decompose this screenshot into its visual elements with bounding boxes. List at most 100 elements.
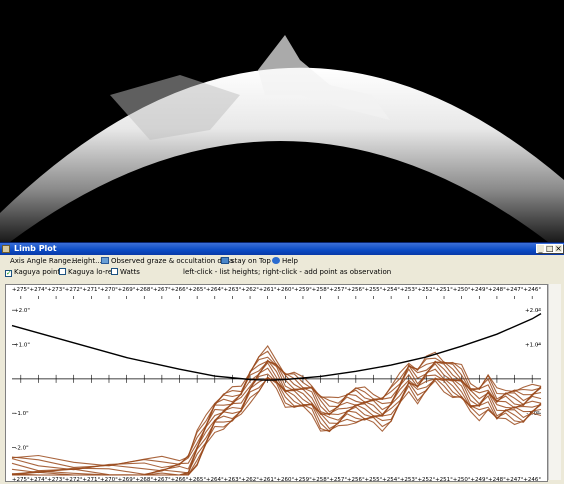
- x-tick-label-bottom: +269°: [118, 477, 136, 481]
- x-tick-label-bottom: +261°: [259, 477, 277, 481]
- x-tick-label-bottom: +260°: [276, 477, 294, 481]
- x-tick-label: +252°: [417, 287, 435, 293]
- x-tick-label: +266°: [171, 287, 189, 293]
- kaguya-points-checkbox[interactable]: ✓ Kaguya points: [5, 267, 64, 278]
- x-tick-label-bottom: +259°: [294, 477, 312, 481]
- menu-stay-on-top[interactable]: stay on Top: [221, 255, 271, 267]
- menu-observed-label: Observed graze & occultation data: [111, 257, 234, 265]
- watts-checkbox[interactable]: Watts: [111, 267, 140, 278]
- lunar-limb-image: [0, 0, 564, 242]
- checkbox-unchecked-icon: [111, 268, 118, 275]
- y-tick-label-right: +2.0": [525, 308, 541, 314]
- minimize-button[interactable]: _: [536, 244, 545, 253]
- close-button[interactable]: ×: [554, 244, 563, 253]
- x-tick-label-bottom: +249°: [470, 477, 488, 481]
- x-tick-label-bottom: +248°: [488, 477, 506, 481]
- x-tick-label-bottom: +265°: [188, 477, 206, 481]
- title-bar[interactable]: Limb Plot _ □ ×: [0, 243, 564, 255]
- y-tick-label-left: -2.0": [15, 446, 28, 452]
- x-tick-label-bottom: +256°: [347, 477, 365, 481]
- x-tick-label: +256°: [347, 287, 365, 293]
- x-tick-label: +272°: [65, 287, 83, 293]
- x-tick-label-bottom: +273°: [47, 477, 65, 481]
- y-tick-label-left: +2.0": [14, 308, 30, 314]
- x-tick-label-bottom: +257°: [329, 477, 347, 481]
- x-tick-label-bottom: +270°: [100, 477, 118, 481]
- x-tick-label: +264°: [206, 287, 224, 293]
- menu-axis-angle-range[interactable]: Axis Angle Range...: [10, 255, 78, 267]
- x-tick-label-bottom: +247°: [506, 477, 524, 481]
- limb-plot-window: Limb Plot _ □ × Axis Angle Range... Heig…: [0, 242, 564, 484]
- maximize-button[interactable]: □: [545, 244, 554, 253]
- kaguya-points-label: Kaguya points: [14, 268, 64, 276]
- x-tick-label: +255°: [365, 287, 383, 293]
- limb-plot-area[interactable]: +275° +274° +273° +272° +271° +270° +269° +268°…: [5, 284, 548, 482]
- x-tick-label: +265°: [188, 287, 206, 293]
- x-tick-label-bottom: +250°: [453, 477, 471, 481]
- x-tick-label: +260°: [276, 287, 294, 293]
- x-tick-label-bottom: +253°: [400, 477, 418, 481]
- x-tick-label-bottom: +267°: [153, 477, 171, 481]
- menu-observed-data[interactable]: Observed graze & occultation data: [101, 255, 233, 267]
- kaguya-lores-checkbox[interactable]: Kaguya lo-res: [59, 267, 116, 278]
- x-tick-label-bottom: +262°: [241, 477, 259, 481]
- x-tick-label: +257°: [329, 287, 347, 293]
- x-tick-label-bottom: +266°: [171, 477, 189, 481]
- x-tick-label: +261°: [259, 287, 277, 293]
- limb-profile-trace: [11, 350, 542, 468]
- limb-profile-trace: [11, 356, 542, 471]
- x-tick-label: +270°: [100, 287, 118, 293]
- x-tick-label: +275°: [12, 287, 30, 293]
- y-tick-label-left: -1.0": [15, 411, 28, 417]
- limb-chart[interactable]: +275° +274° +273° +272° +271° +270° +269° +268°…: [6, 285, 547, 481]
- y-tick-label-left: +1.0": [14, 343, 30, 349]
- x-tick-label-bottom: +268°: [135, 477, 153, 481]
- x-tick-label: +273°: [47, 287, 65, 293]
- menu-stay-on-top-label: stay on Top: [231, 257, 271, 265]
- y-tick-label-right: +1.0": [525, 343, 541, 349]
- x-tick-label-bottom: +264°: [206, 477, 224, 481]
- pin-icon: [221, 257, 229, 264]
- x-tick-label-bottom: +252°: [417, 477, 435, 481]
- x-tick-label-bottom: +254°: [382, 477, 400, 481]
- x-tick-label: +254°: [382, 287, 400, 293]
- kaguya-lores-label: Kaguya lo-res: [68, 268, 116, 276]
- menu-help-label: Help: [282, 257, 298, 265]
- x-tick-label: +249°: [470, 287, 488, 293]
- window-title: Limb Plot: [14, 244, 57, 253]
- x-tick-label: +269°: [118, 287, 136, 293]
- x-tick-label: +247°: [506, 287, 524, 293]
- options-bar: ✓ Kaguya points Kaguya lo-res Watts left-…: [0, 267, 564, 278]
- x-tick-label: +263°: [223, 287, 241, 293]
- menu-help[interactable]: Help: [272, 255, 298, 267]
- x-tick-label-bottom: +275°: [12, 477, 30, 481]
- watts-label: Watts: [120, 268, 140, 276]
- x-tick-label: +259°: [294, 287, 312, 293]
- mouse-hint: left-click - list heights; right-click -…: [183, 268, 392, 276]
- x-tick-label-bottom: +251°: [435, 477, 453, 481]
- x-tick-label: +271°: [82, 287, 100, 293]
- x-tick-label: +267°: [153, 287, 171, 293]
- x-tick-label-bottom: +258°: [312, 477, 330, 481]
- x-tick-label: +268°: [135, 287, 153, 293]
- x-tick-label: +262°: [241, 287, 259, 293]
- app-icon: [2, 245, 10, 253]
- data-icon: [101, 257, 109, 264]
- vertical-scrollbar[interactable]: [548, 284, 561, 480]
- x-tick-label-bottom: +272°: [65, 477, 83, 481]
- x-tick-label: +258°: [312, 287, 330, 293]
- x-tick-label: +246°: [523, 287, 541, 293]
- menu-height[interactable]: Height...: [72, 255, 102, 267]
- x-tick-label: +250°: [453, 287, 471, 293]
- x-tick-label: +251°: [435, 287, 453, 293]
- x-tick-label-bottom: +255°: [365, 477, 383, 481]
- x-tick-label-bottom: +246°: [523, 477, 541, 481]
- x-tick-label-bottom: +263°: [223, 477, 241, 481]
- x-tick-label: +248°: [488, 287, 506, 293]
- x-tick-label-bottom: +274°: [30, 477, 48, 481]
- menu-bar: Axis Angle Range... Height... Observed g…: [0, 255, 564, 267]
- x-tick-label: +274°: [30, 287, 48, 293]
- checkbox-unchecked-icon: [59, 268, 66, 275]
- checkbox-checked-icon: ✓: [5, 269, 12, 277]
- x-tick-label-bottom: +271°: [82, 477, 100, 481]
